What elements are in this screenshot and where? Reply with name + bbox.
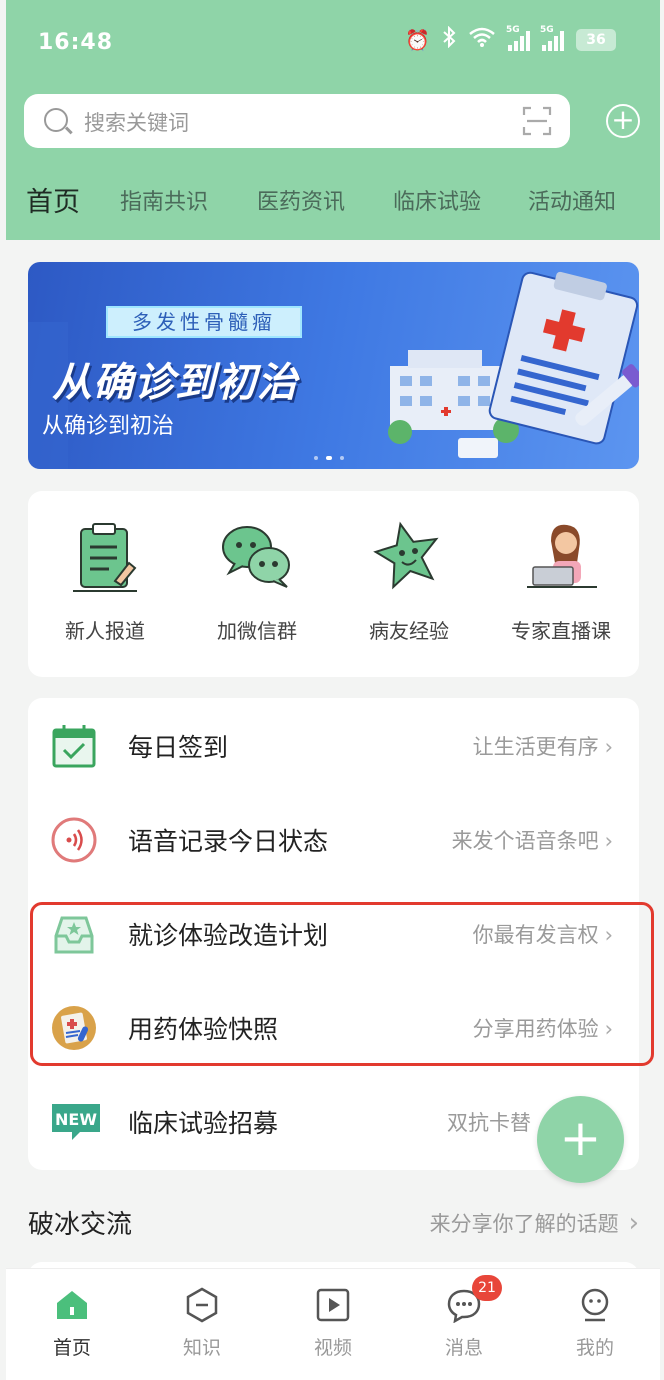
tab-pharma-news[interactable]: 医药资讯	[257, 184, 345, 216]
nav-video[interactable]: 视频	[283, 1287, 383, 1360]
knowledge-icon	[184, 1287, 220, 1323]
unread-badge: 21	[472, 1275, 502, 1301]
doctor-laptop-icon	[521, 515, 601, 595]
calendar-check-icon	[50, 722, 98, 770]
bluetooth-icon	[442, 25, 456, 53]
chevron-right-icon: ›	[604, 923, 613, 947]
alarm-icon: ⏰	[405, 27, 430, 52]
nav-messages[interactable]: 21 消息	[414, 1275, 514, 1360]
nav-label: 视频	[313, 1337, 352, 1359]
status-time: 16:48	[38, 30, 114, 55]
list-item-subtitle-text: 分享用药体验	[472, 1017, 599, 1041]
status-icons: ⏰ 5G 5G 36	[405, 25, 616, 53]
nav-label: 我的	[575, 1337, 614, 1359]
inbox-star-icon	[50, 910, 98, 958]
battery-icon: 36	[576, 28, 616, 51]
list-item-daily-checkin[interactable]: 每日签到 让生活更有序 ›	[28, 698, 639, 792]
video-icon	[315, 1287, 351, 1323]
add-post-button[interactable]: +	[537, 1096, 624, 1183]
list-item-subtitle-text: 来发个语音条吧	[451, 829, 599, 853]
list-item-title: 用药体验快照	[128, 1015, 279, 1044]
chat-bubbles-icon	[217, 515, 297, 595]
profile-icon	[577, 1287, 613, 1323]
list-item-subtitle-text: 让生活更有序	[472, 735, 599, 759]
tab-events[interactable]: 活动通知	[528, 184, 616, 216]
chevron-right-icon: ›	[604, 735, 613, 759]
status-bar: 16:48 ⏰ 5G 5G 36	[6, 0, 660, 84]
carousel-dots	[314, 456, 344, 460]
list-item-title: 就诊体验改造计划	[128, 921, 329, 950]
feature-list: 每日签到 让生活更有序 › 语音记录今日状态 来发个语音条吧 › 就诊体验改造计划 …	[28, 698, 639, 1170]
new-badge-icon: NEW	[50, 1098, 100, 1146]
chevron-right-icon: ›	[604, 1017, 613, 1041]
svg-text:NEW: NEW	[55, 1110, 97, 1129]
section-title: 破冰交流	[28, 1210, 133, 1240]
chevron-right-icon: ›	[628, 1208, 639, 1238]
quick-entry-label: 新人报道	[65, 619, 145, 643]
list-item-subtitle: 来发个语音条吧 ›	[452, 825, 613, 855]
tab-bar: 首页 指南共识 医药资讯 临床试验 活动通知	[6, 180, 660, 230]
signal-icon-2: 5G	[540, 25, 564, 51]
nav-profile[interactable]: 我的	[545, 1287, 645, 1360]
nav-label: 知识	[182, 1337, 221, 1359]
nav-home[interactable]: 首页	[22, 1287, 122, 1360]
list-item-subtitle: 分享用药体验 ›	[473, 1013, 613, 1043]
voice-icon	[50, 816, 98, 864]
dot	[314, 456, 318, 460]
list-item-subtitle: 双抗卡替	[447, 1111, 531, 1135]
battery-level: 36	[586, 31, 606, 48]
search-placeholder: 搜索关键词	[84, 111, 189, 135]
bottom-nav: 首页 知识 视频 21 消息 我的	[6, 1268, 660, 1380]
tab-clinical-trials[interactable]: 临床试验	[393, 184, 481, 216]
section-more-text: 来分享你了解的话题	[429, 1212, 619, 1236]
list-item-title: 每日签到	[128, 733, 229, 762]
dot-active	[326, 456, 332, 460]
wifi-icon	[468, 26, 496, 53]
signal-tag: 5G	[506, 24, 520, 35]
home-icon	[54, 1287, 90, 1323]
medicine-report-icon	[50, 1004, 98, 1052]
clipboard-icon	[65, 515, 145, 595]
banner-headline: 从确诊到初治	[52, 360, 298, 406]
quick-entry-card: 新人报道 加微信群 病友经验 专家直播课	[28, 491, 639, 677]
quick-entry-newcomer[interactable]: 新人报道	[30, 515, 180, 644]
banner-subtitle: 从确诊到初治	[42, 414, 175, 439]
message-icon: 21	[446, 1275, 502, 1324]
search-input[interactable]: 搜索关键词	[24, 94, 570, 148]
quick-entry-label: 加微信群	[217, 619, 297, 643]
list-item-medication-snapshot[interactable]: 用药体验快照 分享用药体验 ›	[28, 980, 639, 1074]
signal-tag-2: 5G	[540, 24, 554, 35]
dot	[340, 456, 344, 460]
tab-guidelines[interactable]: 指南共识	[120, 184, 208, 216]
add-icon[interactable]: +	[606, 104, 640, 138]
section-more-link[interactable]: 来分享你了解的话题 ›	[430, 1208, 639, 1238]
nav-knowledge[interactable]: 知识	[152, 1287, 252, 1360]
promo-banner[interactable]: 多发性骨髓瘤 从确诊到初治 从确诊到初治	[28, 262, 639, 469]
chevron-right-icon: ›	[604, 829, 613, 853]
quick-entry-patient-experience[interactable]: 病友经验	[334, 515, 484, 644]
header: 16:48 ⏰ 5G 5G 36 搜索关键词 + 首页 指南共识 医药资讯 临床…	[6, 0, 660, 240]
list-item-title: 临床试验招募	[128, 1109, 279, 1138]
quick-entry-expert-live[interactable]: 专家直播课	[486, 515, 636, 644]
nav-label: 首页	[52, 1337, 91, 1359]
tab-home[interactable]: 首页	[26, 180, 80, 219]
list-item-subtitle-text: 你最有发言权	[472, 923, 599, 947]
list-item-subtitle: 让生活更有序 ›	[473, 731, 613, 761]
list-item-visit-experience[interactable]: 就诊体验改造计划 你最有发言权 ›	[28, 886, 639, 980]
quick-entry-wechat-group[interactable]: 加微信群	[182, 515, 332, 644]
list-item-title: 语音记录今日状态	[128, 827, 329, 856]
nav-label: 消息	[444, 1337, 483, 1359]
list-item-voice-record[interactable]: 语音记录今日状态 来发个语音条吧 ›	[28, 792, 639, 886]
scan-icon[interactable]	[522, 106, 552, 136]
quick-entry-label: 专家直播课	[511, 619, 611, 643]
search-icon	[44, 108, 68, 132]
quick-entry-label: 病友经验	[369, 619, 449, 643]
star-face-icon	[369, 515, 449, 595]
banner-tag: 多发性骨髓瘤	[106, 306, 302, 338]
icebreaker-section-header: 破冰交流 来分享你了解的话题 ›	[28, 1200, 639, 1244]
list-item-subtitle: 你最有发言权 ›	[473, 919, 613, 949]
signal-icon: 5G	[506, 25, 530, 51]
